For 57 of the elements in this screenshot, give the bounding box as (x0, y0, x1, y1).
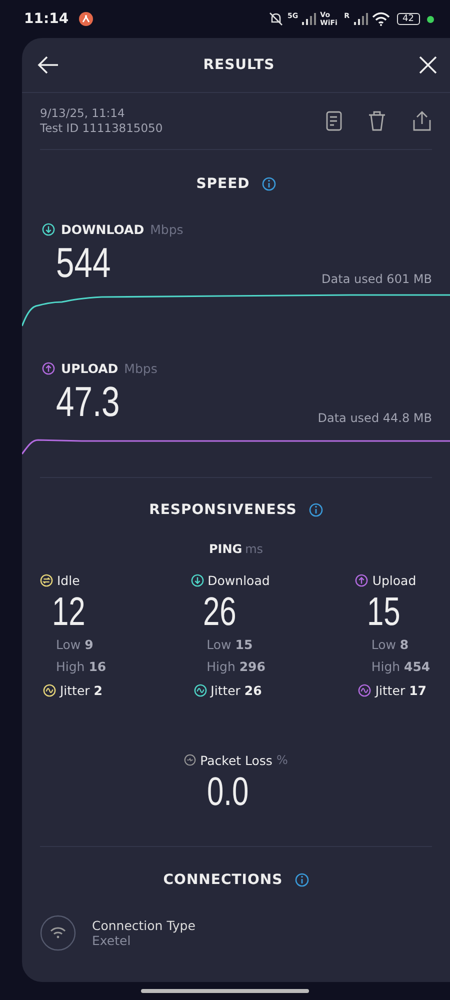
ping-low: Low 8 (370, 636, 410, 654)
connection-value: Exetel (92, 933, 132, 948)
speed-value: 47.3 (56, 379, 120, 425)
ping-value: 26 (202, 590, 236, 634)
ping-high: High 16 (55, 658, 108, 676)
speed-unit: Mbps (150, 222, 184, 236)
connection-label: Connection Type (92, 918, 196, 933)
mute-icon (268, 12, 284, 26)
ping-unit: ms (245, 542, 264, 556)
jitter-value: Jitter 17 (375, 682, 426, 698)
packet-loss-label: Packet Loss (200, 752, 272, 768)
share-button[interactable] (412, 111, 432, 131)
packet-loss-icon (184, 754, 196, 766)
ping-high: High 296 (206, 658, 266, 676)
ping-type-label: Download (208, 572, 270, 588)
document-button[interactable] (326, 111, 342, 131)
speed-value: 544 (56, 240, 111, 286)
ping-low: Low 15 (206, 636, 254, 654)
info-icon[interactable] (294, 873, 309, 887)
status-time: 11:14 (24, 11, 69, 27)
jitter-icon (194, 684, 207, 696)
ping-label: PING (208, 542, 242, 556)
jitter-value: Jitter 26 (210, 682, 262, 698)
ping-type-label: Upload (372, 572, 416, 588)
app-notification-icon (78, 12, 93, 26)
signal-icon (354, 13, 368, 25)
test-id: Test ID 11113815050 (40, 121, 163, 136)
ping-value: 12 (51, 590, 86, 634)
ping-low: Low 9 (55, 636, 94, 654)
packet-loss-value: 0.0 (207, 770, 249, 814)
status-dot-icon (427, 16, 434, 22)
ping-type-label: Idle (57, 572, 80, 588)
page-title: RESULTS (203, 57, 275, 73)
info-icon[interactable] (308, 503, 323, 517)
jitter-icon (358, 684, 372, 696)
ping-high: High 454 (370, 658, 432, 676)
wifi-icon (372, 12, 390, 26)
close-button[interactable] (418, 55, 438, 75)
speed-unit: Mbps (124, 360, 158, 376)
section-title: CONNECTIONS (163, 872, 283, 888)
speed-label: UPLOAD (61, 360, 118, 376)
section-title: RESPONSIVENESS (149, 502, 297, 518)
speed-label: DOWNLOAD (61, 222, 144, 236)
data-used: Data used 601 MB (322, 272, 432, 286)
wifi-icon (40, 915, 76, 951)
signal-icon (302, 13, 316, 25)
ping-value: 15 (366, 590, 401, 634)
section-title: SPEED (196, 176, 250, 192)
test-date: 9/13/25, 11:14 (40, 106, 126, 121)
battery-level: 42 (396, 13, 420, 25)
delete-button[interactable] (368, 111, 386, 131)
info-icon[interactable] (262, 177, 276, 191)
jitter-value: Jitter 2 (60, 682, 102, 698)
data-used: Data used 44.8 MB (318, 411, 432, 425)
packet-loss-unit: % (276, 753, 288, 767)
jitter-icon (43, 684, 56, 696)
back-button[interactable] (36, 55, 60, 75)
